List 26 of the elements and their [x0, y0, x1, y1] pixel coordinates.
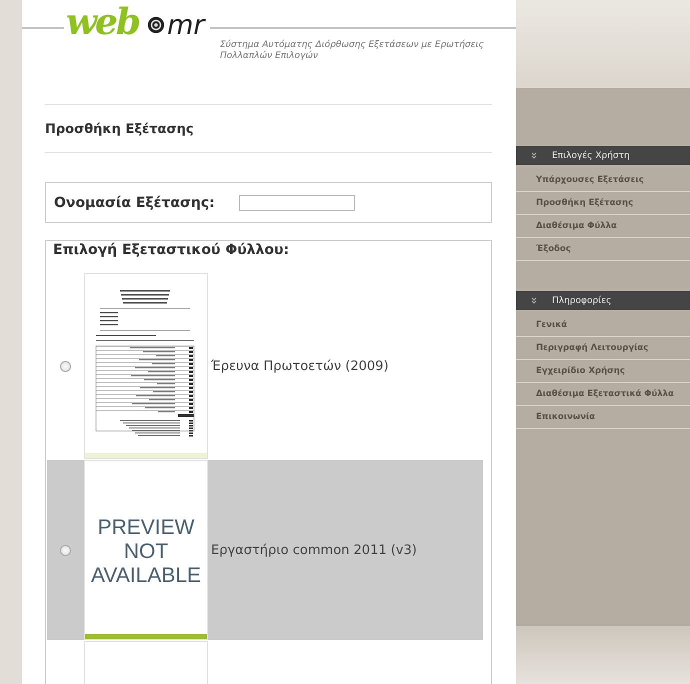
sheet-name: Έρευνα Πρωτοετών (2009) — [210, 358, 389, 374]
logo: web mr — [66, 0, 204, 44]
menu-link[interactable]: Επικοινωνία — [516, 406, 690, 429]
section-title: Πληροφορίες — [552, 296, 612, 306]
menu-link[interactable]: Υπάρχουσες Εξετάσεις — [516, 169, 690, 192]
preview-text: PREVIEW — [98, 516, 194, 540]
radio-button[interactable] — [60, 544, 71, 556]
field-label: Επιλογή Εξεταστικού Φύλλου: — [52, 242, 290, 260]
subtitle: Σύστημα Αυτόματης Διόρθωσης Εξετάσεων με Ερωτήσεις Πολλαπλών Επιλογών — [220, 40, 485, 62]
preview-text: AVAILABLE — [90, 564, 202, 588]
menu-link[interactable]: Προσθήκη Εξέτασης — [516, 192, 690, 215]
chevron-icon — [531, 152, 537, 159]
menu-link[interactable]: Έξοδος — [516, 238, 690, 261]
preview-text: NOT — [124, 540, 168, 564]
menu-link[interactable]: Εγχειρίδιο Χρήσης — [516, 360, 690, 383]
menu-link[interactable]: Περιγραφή Λειτουργίας — [516, 337, 690, 360]
menu-link[interactable]: Γενικά — [516, 314, 690, 337]
page-title: Προσθήκη Εξέτασης — [45, 121, 195, 139]
radio-button[interactable] — [60, 360, 71, 372]
chevron-icon — [531, 297, 537, 304]
field-label: Ονομασία Εξέτασης: — [54, 194, 215, 210]
menu-link[interactable]: Διαθέσιμα Εξεταστικά Φύλλα — [516, 383, 690, 406]
input-field[interactable] — [238, 194, 355, 210]
section-title: Επιλογές Χρήστη — [552, 150, 630, 160]
menu-link[interactable]: Διαθέσιμα Φύλλα — [516, 215, 690, 238]
sheet-name: Εργαστήριο common 2011 (v3) — [210, 542, 417, 558]
